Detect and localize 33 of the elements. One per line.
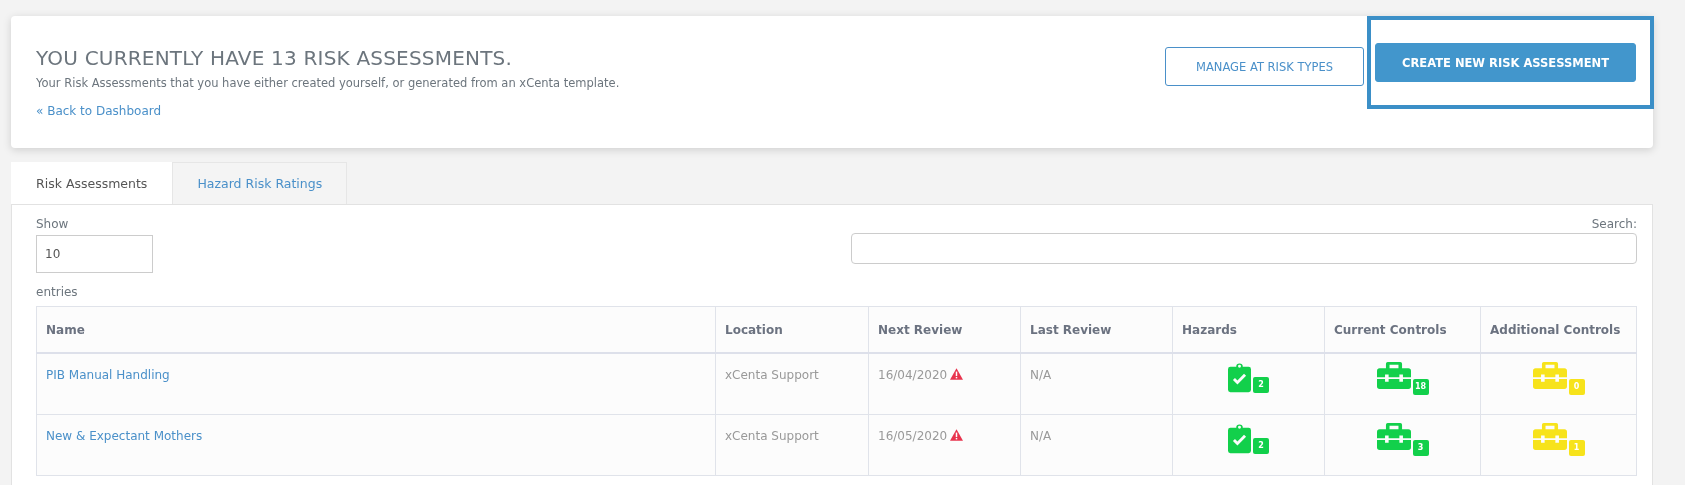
column-header[interactable]: Current Controls	[1324, 306, 1481, 353]
tab[interactable]: Hazard Risk Ratings	[172, 162, 348, 204]
count-badge: 1	[1568, 439, 1585, 456]
count-badge: 2	[1253, 437, 1269, 454]
entries-label: entries	[36, 285, 79, 299]
show-label: Show	[36, 217, 70, 231]
count-badge: 3	[1412, 439, 1429, 456]
table-cell: xCenta Support	[725, 428, 819, 443]
page-title: YOU CURRENTLY HAVE 13 RISK ASSESSMENTS.	[36, 46, 514, 70]
table-cell: xCenta Support	[725, 368, 819, 382]
assessment-link[interactable]: New & Expectant Mothers	[46, 428, 203, 443]
column-header[interactable]: Next Review	[868, 306, 1021, 353]
column-header[interactable]: Additional Controls	[1480, 306, 1637, 353]
table-cell: N/A	[1030, 428, 1052, 443]
header-button[interactable]: CREATE NEW RISK ASSESSMENT	[1375, 43, 1636, 82]
column-header[interactable]: Location	[715, 306, 869, 353]
page-size-select[interactable]: 10	[36, 235, 153, 273]
table-cell: N/A	[1030, 368, 1052, 382]
back-link[interactable]: « Back to Dashboard	[36, 104, 162, 118]
search-field[interactable]	[851, 233, 1637, 264]
page-subtitle: Your Risk Assessments that you have either created yourself, or generated from an xCenta template.	[36, 76, 620, 90]
count-badge: 2	[1253, 377, 1269, 393]
assessment-link[interactable]: PIB Manual Handling	[46, 368, 170, 382]
search-label: Search:	[1591, 217, 1637, 231]
column-header[interactable]: Hazards	[1172, 306, 1325, 353]
tab[interactable]: Risk Assessments	[11, 162, 173, 204]
column-header[interactable]: Last Review	[1020, 306, 1173, 353]
table-cell: 16/05/2020	[878, 428, 948, 443]
count-badge: 0	[1568, 379, 1585, 395]
count-badge: 18	[1412, 379, 1429, 395]
column-header[interactable]: Name	[36, 306, 716, 353]
table-cell: 16/04/2020	[878, 368, 948, 382]
header-button[interactable]: MANAGE AT RISK TYPES	[1165, 47, 1364, 86]
